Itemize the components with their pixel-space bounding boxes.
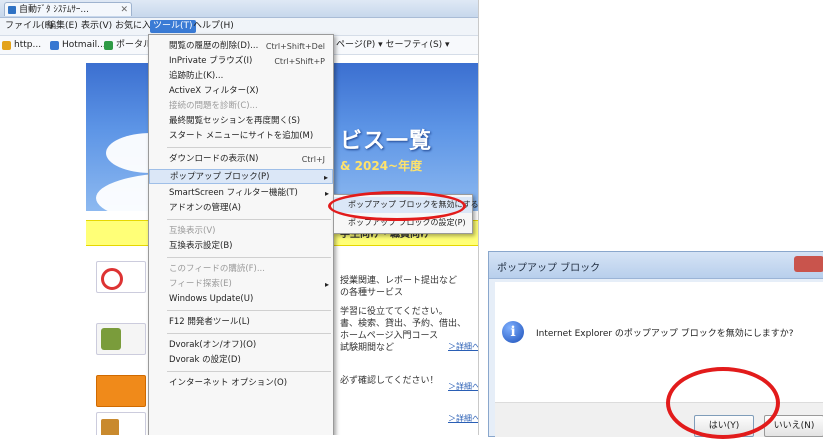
submenu-arrow-icon: ▸: [324, 280, 329, 289]
tools-menu-item[interactable]: フィード探索(E) ▸: [149, 277, 333, 292]
tools-menu-item[interactable]: インターネット オプション(O): [149, 376, 333, 391]
service-logo-tile[interactable]: [96, 323, 146, 355]
browser-window: 自動ﾃﾞﾀ ｼｽﾃﾑｻｰ... ✕ ファイル(F) 編集(E) 表示(V) お気…: [0, 0, 479, 435]
tools-menu-item[interactable]: Dvorak(オン/オフ)(O): [149, 338, 333, 353]
page-text-line: 書、検索、貸出、予約、借出、: [340, 319, 467, 329]
tab-bar: 自動ﾃﾞﾀ ｼｽﾃﾑｻｰ... ✕: [0, 0, 478, 18]
page-text-line: 授業関連、レポート提出など: [340, 276, 458, 286]
close-icon[interactable]: [794, 256, 823, 272]
favorite-star-icon: [2, 41, 11, 50]
highlight-circle: [328, 191, 466, 221]
tools-menu-item[interactable]: InPrivate ブラウズ(I) Ctrl+Shift+P: [149, 54, 333, 69]
tools-menu-item[interactable]: SmartScreen フィルター機能(T) ▸: [149, 186, 333, 201]
dialog-message: Internet Explorer のポップアップ ブロックを無効にしますか?: [536, 329, 794, 339]
tools-menu: 閲覧の履歴の削除(D)... Ctrl+Shift+Del InPrivate ブ…: [148, 34, 334, 435]
tools-menu-item[interactable]: 互換表示(V): [149, 224, 333, 239]
service-logo-tile[interactable]: [96, 412, 146, 435]
command-bar[interactable]: ページ(P) ▾ セーフティ(S) ▾: [336, 39, 450, 51]
banner-title: ビス一覧: [340, 129, 433, 154]
tools-menu-item[interactable]: 閲覧の履歴の削除(D)... Ctrl+Shift+Del: [149, 39, 333, 54]
tools-menu-item[interactable]: このフィードの購読(F)...: [149, 262, 333, 277]
submenu-arrow-icon: ▸: [323, 173, 328, 182]
favorite-site-icon: [104, 41, 113, 50]
favorite-label: Hotmail...: [62, 40, 106, 50]
page-text-line: 試験期間など: [340, 343, 395, 353]
page-text-line: の各種サービス: [340, 288, 404, 298]
detail-link[interactable]: ＞詳細へ: [448, 381, 478, 392]
page-text-line: ホームページ入門コース: [340, 331, 439, 341]
favorite-link[interactable]: http...: [2, 39, 41, 51]
tools-menu-item[interactable]: F12 開発者ツール(L): [149, 315, 333, 330]
tools-menu-item[interactable]: アドオンの管理(A): [149, 201, 333, 216]
menu-help[interactable]: ヘルプ(H): [190, 20, 237, 33]
page-favicon-icon: [8, 6, 16, 14]
tab-title: 自動ﾃﾞﾀ ｼｽﾃﾑｻｰ...: [19, 5, 89, 15]
page-text-line: 必ず確認してください！: [340, 376, 439, 386]
tools-menu-item[interactable]: 接続の問題を診断(C)...: [149, 99, 333, 114]
menu-edit[interactable]: 編集(E): [44, 20, 81, 33]
dialog-body: [495, 282, 823, 402]
tools-menu-item[interactable]: 互換表示設定(B): [149, 239, 333, 254]
tab-close-icon[interactable]: ✕: [120, 3, 128, 16]
tools-menu-item[interactable]: ActiveX フィルター(X): [149, 84, 333, 99]
tools-menu-item[interactable]: Windows Update(U): [149, 292, 333, 307]
browser-tab[interactable]: 自動ﾃﾞﾀ ｼｽﾃﾑｻｰ... ✕: [4, 2, 132, 16]
banner-subtitle: & 2024~年度: [340, 159, 423, 173]
tools-menu-item[interactable]: 最終閲覧セッションを再度開く(S): [149, 114, 333, 129]
favorite-label: http...: [14, 40, 42, 50]
dialog-title-bar: ポップアップ ブロック: [489, 252, 823, 279]
submenu-arrow-icon: ▸: [324, 189, 329, 198]
service-logo-tile[interactable]: [96, 375, 146, 407]
info-icon: i: [502, 321, 524, 343]
menu-tools[interactable]: ツール(T): [150, 20, 196, 33]
service-logo-tile[interactable]: [96, 261, 146, 293]
tools-menu-item[interactable]: Dvorak の設定(D): [149, 353, 333, 368]
detail-link[interactable]: ＞詳細へ: [448, 341, 478, 352]
favorite-link[interactable]: Hotmail...: [50, 39, 106, 51]
menu-view[interactable]: 表示(V): [78, 20, 115, 33]
dialog-title: ポップアップ ブロック: [497, 263, 601, 274]
highlight-circle: [666, 367, 780, 439]
tools-menu-item[interactable]: スタート メニューにサイトを追加(M): [149, 129, 333, 144]
tools-menu-item[interactable]: 追跡防止(K)...: [149, 69, 333, 84]
page-text-line: 学習に役立ててください。: [340, 307, 448, 317]
tools-menu-item-popup-blocker[interactable]: ポップアップ ブロック(P) ▸: [149, 169, 333, 184]
favorite-site-icon: [50, 41, 59, 50]
tools-menu-item[interactable]: ダウンロードの表示(N) Ctrl+J: [149, 152, 333, 167]
detail-link[interactable]: ＞詳細へ: [448, 413, 478, 424]
